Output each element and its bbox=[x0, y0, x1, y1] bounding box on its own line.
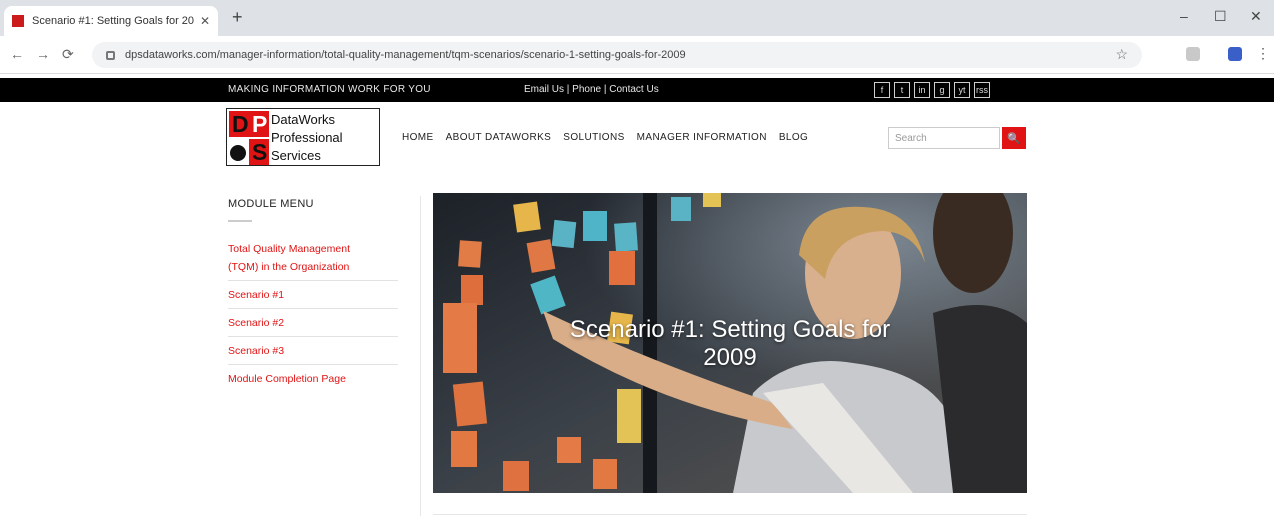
linkedin-icon[interactable]: in bbox=[914, 82, 930, 98]
lock-icon bbox=[106, 50, 115, 60]
hero-banner: Scenario #1: Setting Goals for 2009 bbox=[433, 193, 1027, 493]
sidebar-divider bbox=[228, 308, 398, 309]
search-icon: 🔍 bbox=[1007, 132, 1021, 145]
nav-about[interactable]: ABOUT DATAWORKS bbox=[446, 132, 552, 143]
sidebar-link-completion[interactable]: Module Completion Page bbox=[228, 370, 346, 388]
site-favicon-icon bbox=[12, 15, 24, 27]
site-top-bar: MAKING INFORMATION WORK FOR YOU Email Us… bbox=[0, 78, 1274, 102]
minimize-button[interactable]: – bbox=[1180, 8, 1188, 24]
browser-tab[interactable]: Scenario #1: Setting Goals for 20 ✕ bbox=[4, 6, 218, 36]
logo-letter-d: D bbox=[232, 111, 249, 137]
maximize-button[interactable]: ☐ bbox=[1214, 8, 1227, 25]
nav-home[interactable]: HOME bbox=[402, 132, 434, 143]
nav-blog[interactable]: BLOG bbox=[779, 132, 808, 143]
site-logo[interactable]: D P S DataWorks Professional Services bbox=[226, 108, 380, 166]
back-button[interactable]: ← bbox=[10, 46, 24, 62]
nav-solutions[interactable]: SOLUTIONS bbox=[563, 132, 624, 143]
logo-letter-s: S bbox=[252, 139, 268, 165]
sidebar-link-scenario-2[interactable]: Scenario #2 bbox=[228, 314, 284, 332]
bookmark-star-icon[interactable]: ☆ bbox=[1115, 46, 1128, 63]
google-icon[interactable]: g bbox=[934, 82, 950, 98]
logo-line-3: Services bbox=[271, 148, 321, 163]
twitter-icon[interactable]: t bbox=[894, 82, 910, 98]
facebook-icon[interactable]: f bbox=[874, 82, 890, 98]
rss-icon[interactable]: rss bbox=[974, 82, 990, 98]
extension-icon[interactable] bbox=[1186, 47, 1200, 61]
browser-menu-icon[interactable]: ⋮ bbox=[1256, 45, 1270, 62]
youtube-icon[interactable]: yt bbox=[954, 82, 970, 98]
search-button[interactable]: 🔍 bbox=[1002, 127, 1026, 149]
top-contact-links[interactable]: Email Us | Phone | Contact Us bbox=[524, 84, 659, 95]
url-text: dpsdataworks.com/manager-information/tot… bbox=[125, 49, 686, 61]
main-navigation: HOME ABOUT DATAWORKS SOLUTIONS MANAGER I… bbox=[402, 132, 808, 143]
sidebar-divider bbox=[228, 364, 398, 365]
sidebar-title-rule bbox=[228, 220, 252, 222]
logo-line-2: Professional bbox=[271, 130, 343, 145]
search-input[interactable]: Search bbox=[888, 127, 1000, 149]
sidebar-title: MODULE MENU bbox=[228, 198, 314, 210]
site-tagline: MAKING INFORMATION WORK FOR YOU bbox=[228, 84, 431, 95]
forward-button[interactable]: → bbox=[36, 46, 50, 62]
address-bar[interactable]: dpsdataworks.com/manager-information/tot… bbox=[92, 42, 1142, 68]
logo-line-1: DataWorks bbox=[271, 112, 336, 127]
sidebar-divider bbox=[228, 280, 398, 281]
nav-manager-information[interactable]: MANAGER INFORMATION bbox=[637, 132, 767, 143]
sidebar-link-tqm-cont[interactable]: (TQM) in the Organization bbox=[228, 258, 349, 276]
reload-button[interactable]: ⟳ bbox=[62, 46, 74, 63]
sidebar-divider bbox=[228, 336, 398, 337]
browser-tab-bar: Scenario #1: Setting Goals for 20 ✕ + – … bbox=[0, 0, 1274, 36]
sidebar-link-scenario-3[interactable]: Scenario #3 bbox=[228, 342, 284, 360]
sidebar-link-tqm[interactable]: Total Quality Management bbox=[228, 240, 350, 258]
browser-toolbar: ← → ⟳ dpsdataworks.com/manager-informati… bbox=[0, 36, 1274, 74]
profile-avatar-icon[interactable] bbox=[1228, 47, 1242, 61]
content-divider bbox=[420, 196, 421, 516]
hero-title: Scenario #1: Setting Goals for 2009 bbox=[569, 316, 891, 371]
tab-title: Scenario #1: Setting Goals for 20 bbox=[32, 15, 194, 27]
tab-close-icon[interactable]: ✕ bbox=[200, 14, 210, 28]
logo-letter-p: P bbox=[252, 111, 268, 137]
logo-dot-icon bbox=[230, 145, 246, 161]
close-window-button[interactable]: ✕ bbox=[1250, 8, 1262, 25]
new-tab-button[interactable]: + bbox=[232, 8, 243, 26]
sidebar-link-scenario-1[interactable]: Scenario #1 bbox=[228, 286, 284, 304]
hero-bottom-divider bbox=[433, 514, 1027, 515]
